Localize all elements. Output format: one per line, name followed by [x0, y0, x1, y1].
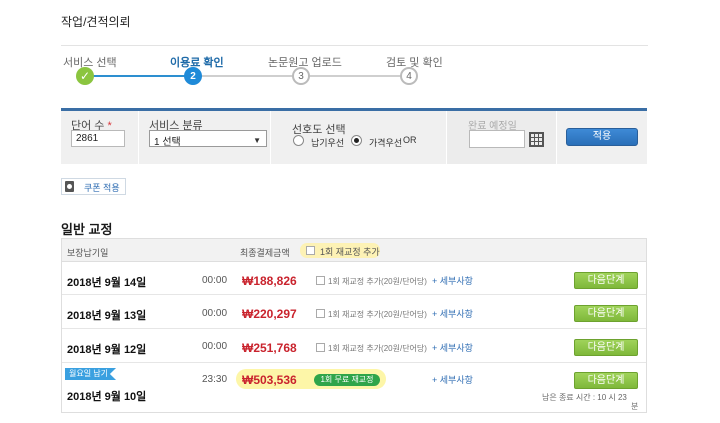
radio-delivery-first-label: 납기우선: [311, 138, 345, 148]
table-row-urgent: 월요일 납기 2018년 9월 10일 23:30 ₩503,536 1회 무료…: [62, 364, 646, 412]
or-label: OR: [403, 135, 417, 145]
step-line-2: [192, 75, 300, 77]
title-divider: [61, 45, 648, 46]
header-reproof-label: 1회 재교정 추가: [320, 247, 380, 257]
step-line-1: [84, 75, 192, 77]
row-reproof-option: 1회 재교정 추가(20원/단어당): [328, 277, 427, 286]
step-1-check-icon: ✓: [76, 67, 94, 85]
free-reproof-badge: 1회 무료 재교정: [314, 374, 380, 386]
row-reproof-option: 1회 재교정 추가(20원/단어당): [328, 344, 427, 353]
row-detail-link[interactable]: + 세부사항: [432, 307, 473, 320]
header-reproof-checkbox[interactable]: [306, 246, 315, 255]
row-time: 00:00: [202, 275, 228, 286]
row-reproof-checkbox[interactable]: [316, 276, 325, 285]
remaining-time-unit: 분: [631, 402, 639, 411]
table-row: 2018년 9월 14일 00:00 ₩188,826 1회 재교정 추가(20…: [62, 263, 646, 295]
row-time: 00:00: [202, 308, 228, 319]
coupon-button[interactable]: 쿠폰 적용: [61, 178, 126, 195]
row-detail-link[interactable]: + 세부사항: [432, 341, 473, 354]
chevron-down-icon: ▼: [253, 136, 261, 145]
page-title: 작업/견적의뢰: [61, 15, 131, 29]
category-select[interactable]: 1 선택 ▼: [149, 130, 267, 148]
price-table: 보장납기일 최종결제금액 1회 재교정 추가 2018년 9월 14일 00:0…: [61, 238, 647, 413]
row-price: ₩220,297: [242, 307, 297, 321]
calendar-icon[interactable]: [529, 132, 544, 147]
category-select-value: 1 선택: [154, 137, 181, 148]
row-reproof-checkbox[interactable]: [316, 343, 325, 352]
next-step-button[interactable]: 다음단계: [574, 372, 638, 389]
header-reproof-chip[interactable]: 1회 재교정 추가: [300, 243, 380, 258]
word-count-input[interactable]: 2861: [71, 130, 125, 147]
next-step-button[interactable]: 다음단계: [574, 272, 638, 289]
row-price: ₩503,536: [242, 373, 297, 387]
row-price: ₩251,768: [242, 341, 297, 355]
coupon-label: 쿠폰 적용: [84, 183, 120, 193]
radio-price-first[interactable]: [351, 135, 362, 146]
remaining-time: 남은 종료 시간 : 10 시 23: [542, 393, 627, 402]
table-row: 2018년 9월 12일 00:00 ₩251,768 1회 재교정 추가(20…: [62, 330, 646, 363]
row-date: 2018년 9월 14일: [67, 277, 147, 289]
radio-delivery-first[interactable]: [293, 135, 304, 146]
header-price: 최종결제금액: [240, 248, 290, 258]
row-date: 2018년 9월 10일: [67, 391, 147, 403]
section-title: 일반 교정: [61, 222, 113, 237]
row-detail-link[interactable]: + 세부사항: [432, 373, 473, 386]
step-4-label: 검토 및 확인: [386, 57, 443, 69]
header-delivery: 보장납기일: [67, 248, 109, 258]
row-reproof-checkbox[interactable]: [316, 309, 325, 318]
coupon-icon: [65, 181, 74, 192]
row-time: 00:00: [202, 341, 228, 352]
table-header: 보장납기일 최종결제금액 1회 재교정 추가: [62, 239, 646, 262]
table-row: 2018년 9월 13일 00:00 ₩220,297 1회 재교정 추가(20…: [62, 296, 646, 329]
row-time: 23:30: [202, 374, 228, 385]
step-line-3: [300, 75, 408, 77]
step-2-circle: 2: [184, 67, 202, 85]
row-detail-link[interactable]: + 세부사항: [432, 274, 473, 287]
apply-button[interactable]: 적용: [566, 128, 638, 146]
step-3-circle: 3: [292, 67, 310, 85]
radio-price-first-label: 가격우선: [369, 138, 403, 148]
row-date: 2018년 9월 12일: [67, 344, 147, 356]
step-4-circle: 4: [400, 67, 418, 85]
urgent-tag: 월요일 납기: [65, 368, 117, 380]
next-step-button[interactable]: 다음단계: [574, 339, 638, 356]
row-price: ₩188,826: [242, 274, 297, 288]
next-step-button[interactable]: 다음단계: [574, 305, 638, 322]
deadline-input[interactable]: [469, 130, 525, 148]
row-date: 2018년 9월 13일: [67, 310, 147, 322]
row-reproof-option: 1회 재교정 추가(20원/단어당): [328, 310, 427, 319]
